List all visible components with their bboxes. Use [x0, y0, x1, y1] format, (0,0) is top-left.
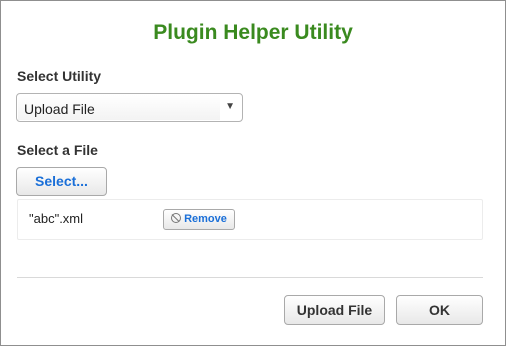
dialog-title: Plugin Helper Utility — [153, 21, 353, 44]
select-file-label: Select a File — [17, 142, 98, 158]
remove-icon — [171, 213, 182, 223]
ok-button[interactable]: OK — [396, 295, 483, 325]
remove-button-label: Remove — [184, 213, 227, 225]
select-utility-label: Select Utility — [17, 68, 102, 84]
remove-file-button[interactable]: Remove — [163, 209, 235, 230]
upload-file-button[interactable]: Upload File — [284, 295, 385, 325]
plugin-helper-dialog: Plugin Helper Utility Select Utility Upl… — [0, 0, 506, 346]
file-list-item: "abc".xml Remove — [17, 199, 483, 240]
select-file-button[interactable]: Select... — [16, 167, 107, 196]
file-name: "abc".xml — [29, 211, 84, 226]
utility-select[interactable]: Upload File ▼ — [16, 93, 243, 122]
footer-divider — [17, 277, 483, 278]
utility-select-value: Upload File — [24, 101, 95, 117]
chevron-down-icon: ▼ — [225, 101, 235, 112]
